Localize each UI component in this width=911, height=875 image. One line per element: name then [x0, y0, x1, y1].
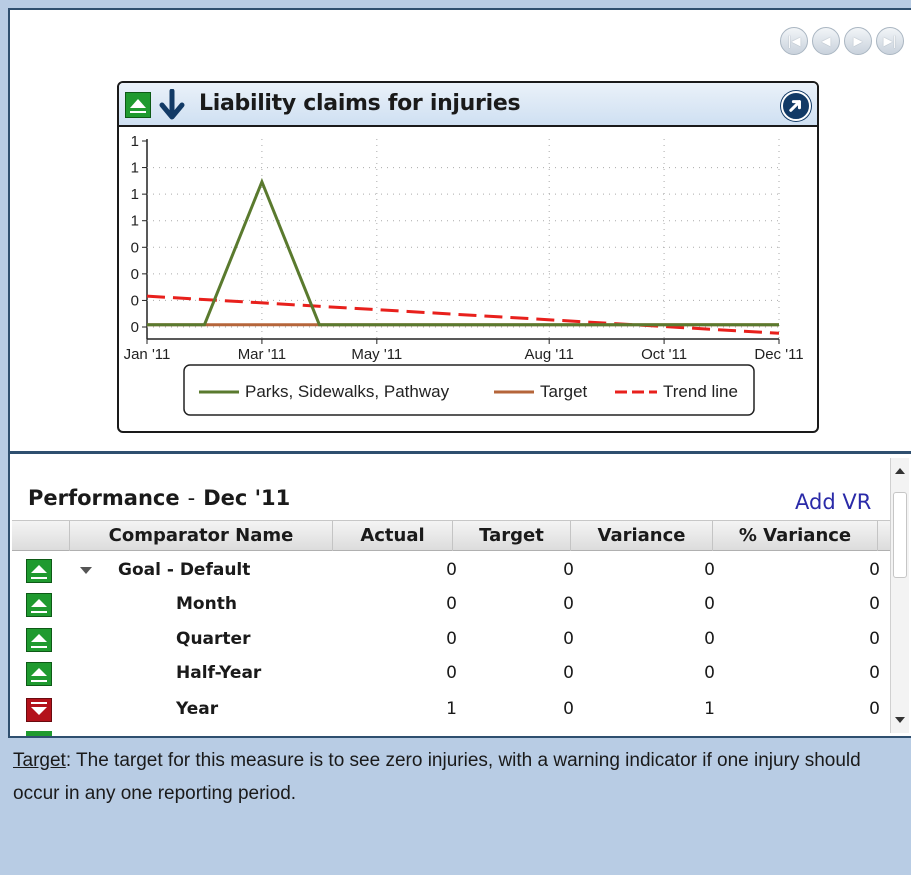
performance-heading: Performance - Dec '11 — [28, 486, 290, 510]
cell-variance: 0 — [704, 560, 715, 580]
cell-target: 0 — [563, 594, 574, 614]
cell-target: 0 — [563, 663, 574, 683]
cell-target: 0 — [563, 699, 574, 719]
target-note: Target: The target for this measure is t… — [13, 744, 908, 810]
line-chart: 1 1 1 1 0 0 0 0 Jan '11 Mar '11 May '11 Aug '11 Oct … — [124, 133, 804, 416]
next-icon[interactable]: ▶ — [844, 27, 872, 55]
y-tick-label: 0 — [131, 239, 139, 256]
cell-actual: 0 — [446, 594, 457, 614]
previous-icon[interactable]: ◀ — [812, 27, 840, 55]
status-up-icon — [125, 92, 151, 118]
column-header-variance[interactable]: Variance — [571, 521, 713, 551]
x-tick-label: Jan '11 — [124, 346, 171, 363]
x-tick-label: Dec '11 — [754, 346, 803, 363]
collapse-triangle-icon[interactable] — [80, 567, 92, 574]
comparator-name: Month — [176, 594, 237, 614]
cell-actual: 0 — [446, 560, 457, 580]
status-up-icon — [26, 628, 52, 652]
cell-variance: 1 — [704, 699, 715, 719]
cell-pct: 0 — [869, 663, 880, 683]
scroll-up-icon[interactable] — [895, 468, 905, 474]
y-tick-label: 1 — [131, 213, 139, 230]
cell-actual: 1 — [446, 699, 457, 719]
chart-title: Liability claims for injuries — [199, 91, 521, 116]
y-tick-label: 1 — [131, 133, 139, 150]
record-navigation: |◀ ◀ ▶ ▶| — [780, 27, 904, 55]
first-page-icon[interactable]: |◀ — [780, 27, 808, 55]
table-row[interactable]: Goal - Default 0 0 0 0 — [12, 553, 890, 588]
cell-actual: 0 — [446, 663, 457, 683]
last-page-icon[interactable]: ▶| — [876, 27, 904, 55]
table-row[interactable]: Half-Year 0 0 0 0 — [12, 656, 890, 691]
y-tick-label: 1 — [131, 160, 139, 177]
table-row[interactable]: Quarter 0 0 0 0 — [12, 622, 890, 657]
table-row[interactable]: Month 0 0 0 0 — [12, 587, 890, 622]
comparator-name: Goal - Default — [118, 560, 251, 580]
note-text: The target for this measure is to see ze… — [13, 750, 861, 804]
cell-actual: 0 — [446, 629, 457, 649]
cell-pct: 0 — [869, 629, 880, 649]
scroll-down-icon[interactable] — [895, 717, 905, 723]
column-header-target[interactable]: Target — [453, 521, 571, 551]
column-header-actual[interactable]: Actual — [333, 521, 453, 551]
legend-label: Trend line — [663, 382, 738, 401]
table-header: Comparator Name Actual Target Variance %… — [12, 520, 890, 551]
x-tick-label: Aug '11 — [525, 346, 574, 363]
note-colon: : — [65, 750, 72, 771]
chart-card: Liability claims for injuries 1 1 1 1 0 0 0 0 Ja… — [117, 81, 819, 433]
legend-label: Parks, Sidewalks, Pathway — [245, 382, 450, 401]
y-tick-label: 1 — [131, 186, 139, 203]
table-row[interactable]: Year 1 0 1 0 — [12, 692, 890, 727]
status-up-icon — [26, 593, 52, 617]
comparator-name: Year — [176, 699, 219, 719]
trend-down-arrow-icon — [159, 89, 185, 120]
performance-title: Performance — [28, 486, 180, 510]
x-tick-label: May '11 — [351, 346, 402, 363]
y-tick-label: 0 — [131, 319, 139, 336]
top-border — [0, 0, 911, 8]
cell-variance: 0 — [704, 663, 715, 683]
legend-label: Target — [540, 382, 588, 401]
note-label: Target — [13, 750, 66, 771]
cell-pct: 0 — [869, 560, 880, 580]
status-down-icon — [26, 698, 52, 722]
comparator-name: Quarter — [176, 629, 251, 649]
cell-variance: 0 — [704, 594, 715, 614]
title-separator: - — [187, 486, 196, 510]
comparator-name: Half-Year — [176, 663, 262, 683]
section-divider — [8, 451, 911, 454]
cell-pct: 0 — [869, 699, 880, 719]
left-border — [0, 0, 8, 875]
cell-variance: 0 — [704, 629, 715, 649]
y-tick-label: 0 — [131, 292, 139, 309]
status-up-icon — [26, 662, 52, 686]
status-up-icon — [26, 559, 52, 583]
column-header-pct-variance[interactable]: % Variance — [713, 521, 878, 551]
cell-pct: 0 — [869, 594, 880, 614]
column-header-comparator[interactable]: Comparator Name — [70, 521, 333, 551]
section-divider — [8, 736, 911, 738]
x-tick-label: Mar '11 — [238, 346, 286, 363]
scroll-thumb[interactable] — [893, 492, 907, 578]
performance-period: Dec '11 — [203, 486, 291, 510]
x-tick-label: Oct '11 — [641, 346, 687, 363]
cell-target: 0 — [563, 629, 574, 649]
add-vr-link[interactable]: Add VR — [795, 490, 871, 514]
series-line — [146, 294, 780, 335]
status-column-header — [12, 521, 70, 551]
table-scrollbar[interactable] — [890, 458, 909, 733]
expand-link-icon[interactable] — [781, 91, 811, 121]
cell-target: 0 — [563, 560, 574, 580]
y-tick-label: 0 — [131, 266, 139, 283]
series-line — [147, 177, 779, 327]
chart-header: Liability claims for injuries — [119, 83, 817, 127]
